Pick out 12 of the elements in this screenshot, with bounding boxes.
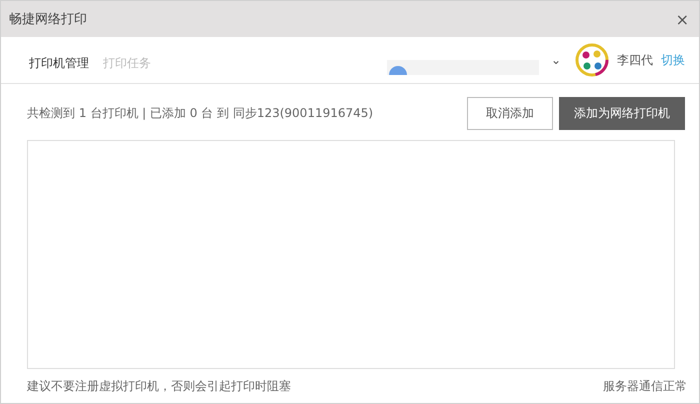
window-title: 畅捷网络打印 [9, 11, 87, 28]
account-dropdown[interactable] [386, 60, 539, 74]
detection-summary: 共检测到 1 台打印机 | 已添加 0 台 到 同步123(90011916745) [27, 104, 374, 122]
tab[interactable]: 打印机管理 [29, 54, 89, 72]
cancel-add-button[interactable]: 取消添加 [467, 96, 553, 130]
avatar-logo-icon [575, 43, 609, 77]
server-status: 服务器通信正常 [603, 378, 687, 394]
add-network-printer-button[interactable]: 添加为网络打印机 [559, 96, 685, 130]
caret-icon[interactable]: ⌄ [550, 53, 561, 67]
user-name: 李四代 [617, 52, 653, 68]
close-button[interactable]: × [674, 10, 691, 28]
tip-text: 建议不要注册虚拟打印机，否则会引起打印时阻塞 [27, 378, 291, 394]
